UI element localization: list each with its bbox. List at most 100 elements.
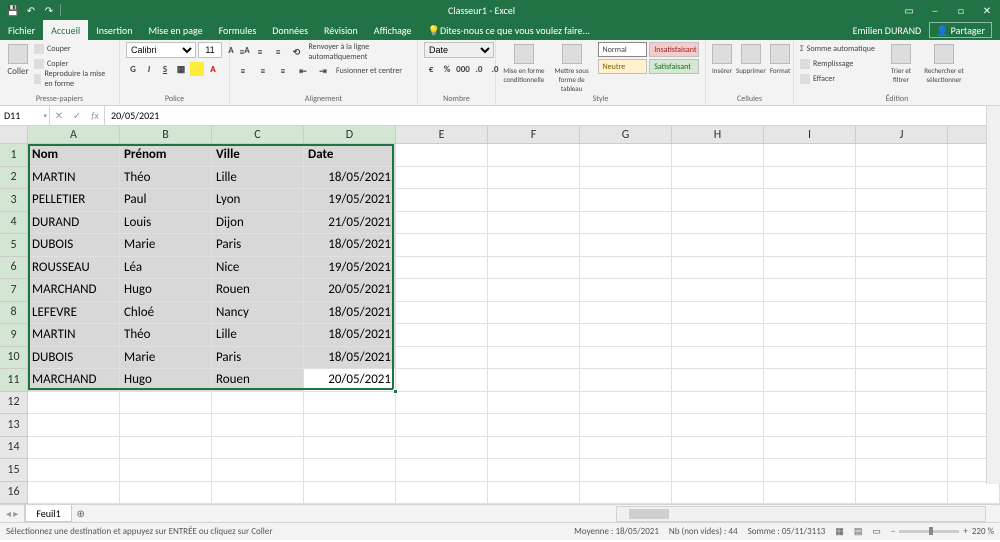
row-header-11[interactable]: 11 — [0, 369, 28, 392]
conditional-formatting-button[interactable]: Mise en forme conditionnelle — [502, 42, 546, 84]
undo-icon[interactable]: ↶ — [24, 3, 38, 17]
border-button[interactable]: ▦ — [174, 62, 188, 76]
row-header-1[interactable]: 1 — [0, 144, 28, 167]
style-bad[interactable]: Insatisfaisant — [649, 42, 699, 57]
cell-C5[interactable]: Paris — [212, 234, 304, 257]
cell-F5[interactable] — [488, 234, 580, 257]
cell-I6[interactable] — [764, 257, 856, 280]
merge-button[interactable]: Fusionner et centrer — [336, 66, 402, 76]
cell-I3[interactable] — [764, 189, 856, 212]
comma-button[interactable]: 000 — [456, 62, 470, 76]
font-size-input[interactable] — [198, 42, 222, 58]
cancel-formula-icon[interactable]: ✕ — [50, 109, 68, 122]
cell-F7[interactable] — [488, 279, 580, 302]
row-header-12[interactable]: 12 — [0, 392, 28, 415]
cell-B3[interactable]: Paul — [120, 189, 212, 212]
cell-E12[interactable] — [396, 392, 488, 415]
cell-H15[interactable] — [672, 459, 764, 482]
cell-A12[interactable] — [28, 392, 120, 415]
cell-C13[interactable] — [212, 414, 304, 437]
cell-D9[interactable]: 18/05/2021 — [304, 324, 396, 347]
column-header-D[interactable]: D — [304, 126, 396, 144]
cell-E1[interactable] — [396, 144, 488, 167]
cell-A2[interactable]: MARTIN — [28, 167, 120, 190]
cell-E10[interactable] — [396, 347, 488, 370]
cell-A15[interactable] — [28, 459, 120, 482]
tell-me[interactable]: 💡 Dites-nous ce que vous voulez faire... — [420, 20, 599, 40]
cell-I13[interactable] — [764, 414, 856, 437]
cell-F12[interactable] — [488, 392, 580, 415]
zoom-control[interactable]: − + 220 % — [891, 526, 994, 537]
scrollbar-thumb[interactable] — [629, 509, 669, 519]
formula-input[interactable]: 20/05/2021 — [105, 106, 1000, 125]
cell-H13[interactable] — [672, 414, 764, 437]
cell-J5[interactable] — [856, 234, 948, 257]
cell-D14[interactable] — [304, 437, 396, 460]
font-color-button[interactable]: A — [206, 62, 220, 76]
column-header-H[interactable]: H — [672, 126, 764, 144]
cell-D2[interactable]: 18/05/2021 — [304, 167, 396, 190]
cell-G11[interactable] — [580, 369, 672, 392]
cell-J14[interactable] — [856, 437, 948, 460]
cell-J8[interactable] — [856, 302, 948, 325]
format-as-table-button[interactable]: Mettre sous forme de tableau — [550, 42, 594, 93]
cell-D13[interactable] — [304, 414, 396, 437]
cell-G15[interactable] — [580, 459, 672, 482]
cell-I10[interactable] — [764, 347, 856, 370]
orientation-button[interactable]: ⟲ — [290, 45, 302, 59]
cell-D6[interactable]: 19/05/2021 — [304, 257, 396, 280]
cell-J3[interactable] — [856, 189, 948, 212]
fill-button[interactable]: Remplissage — [800, 57, 880, 71]
cell-A4[interactable]: DURAND — [28, 212, 120, 235]
share-button[interactable]: 👤 Partager — [929, 22, 992, 38]
add-sheet-button[interactable]: ⊕ — [72, 505, 90, 522]
cell-E11[interactable] — [396, 369, 488, 392]
cell-J2[interactable] — [856, 167, 948, 190]
cell-B8[interactable]: Chloé — [120, 302, 212, 325]
increase-decimal-button[interactable]: .0 — [472, 62, 486, 76]
cell-B12[interactable] — [120, 392, 212, 415]
style-good[interactable]: Satisfaisant — [649, 59, 699, 74]
cell-D4[interactable]: 21/05/2021 — [304, 212, 396, 235]
cell-H8[interactable] — [672, 302, 764, 325]
cell-E8[interactable] — [396, 302, 488, 325]
cell-D5[interactable]: 18/05/2021 — [304, 234, 396, 257]
cell-E6[interactable] — [396, 257, 488, 280]
cell-F3[interactable] — [488, 189, 580, 212]
cell-B10[interactable]: Marie — [120, 347, 212, 370]
cell-B14[interactable] — [120, 437, 212, 460]
cell-A13[interactable] — [28, 414, 120, 437]
cell-A8[interactable]: LEFEVRE — [28, 302, 120, 325]
select-all-corner[interactable] — [0, 126, 28, 144]
cell-E5[interactable] — [396, 234, 488, 257]
paste-button[interactable]: Coller — [6, 42, 30, 77]
cell-C14[interactable] — [212, 437, 304, 460]
fill-color-button[interactable] — [190, 62, 204, 76]
column-header-J[interactable]: J — [856, 126, 948, 144]
cell-C6[interactable]: Nice — [212, 257, 304, 280]
currency-button[interactable]: € — [424, 62, 438, 76]
cell-E3[interactable] — [396, 189, 488, 212]
style-normal[interactable]: Normal — [598, 42, 648, 57]
minimize-icon[interactable]: ─ — [922, 0, 948, 20]
row-header-10[interactable]: 10 — [0, 347, 28, 370]
close-icon[interactable]: ✕ — [974, 0, 1000, 20]
row-header-9[interactable]: 9 — [0, 324, 28, 347]
row-header-3[interactable]: 3 — [0, 189, 28, 212]
cell-A14[interactable] — [28, 437, 120, 460]
sheet-tab[interactable]: Feuil1 — [25, 505, 71, 522]
cell-E16[interactable] — [396, 482, 488, 505]
format-cells-button[interactable]: Format — [770, 42, 790, 75]
vertical-scrollbar[interactable] — [986, 106, 1000, 484]
cell-A5[interactable]: DUBOIS — [28, 234, 120, 257]
cell-F15[interactable] — [488, 459, 580, 482]
delete-cells-button[interactable]: Supprimer — [736, 42, 766, 75]
tab-data[interactable]: Données — [264, 20, 316, 40]
view-break-icon[interactable]: ▭ — [872, 526, 881, 537]
cell-I5[interactable] — [764, 234, 856, 257]
cell-I7[interactable] — [764, 279, 856, 302]
cell-G2[interactable] — [580, 167, 672, 190]
column-header-I[interactable]: I — [764, 126, 856, 144]
cell-F9[interactable] — [488, 324, 580, 347]
cell-B11[interactable]: Hugo — [120, 369, 212, 392]
